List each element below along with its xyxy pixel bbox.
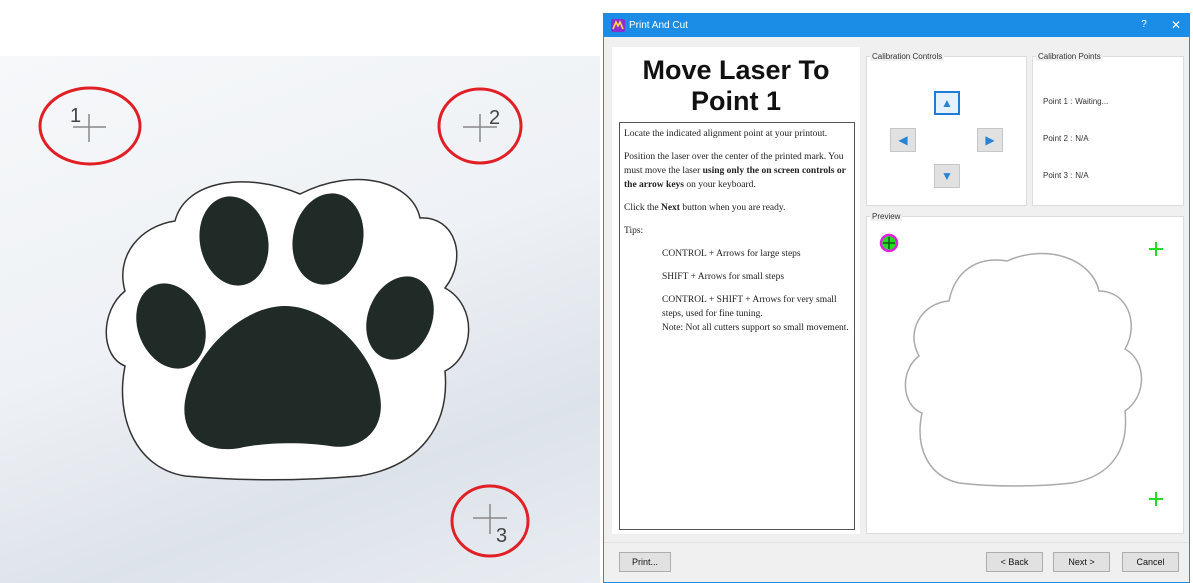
cancel-button[interactable]: Cancel (1122, 552, 1179, 572)
marker-3: 3 (450, 484, 530, 558)
instruction-position: Position the laser over the center of th… (624, 150, 850, 192)
point-3-status: N/A (1075, 171, 1089, 180)
point-1-label: Point 1 : (1043, 97, 1073, 106)
preview-point-1-marker (879, 233, 899, 253)
heading-line-2: Point 1 (690, 86, 781, 116)
instruction-next-emphasis: Next (660, 203, 680, 213)
move-up-button[interactable]: ▲ (934, 91, 960, 115)
instructions-text: Locate the indicated alignment point at … (619, 122, 855, 530)
button-bar-divider (604, 542, 1189, 543)
calibration-controls-legend: Calibration Controls (870, 52, 945, 61)
tip-shift: SHIFT + Arrows for small steps (662, 272, 785, 282)
arrow-down-icon: ▼ (941, 169, 953, 183)
point-3-row: Point 3 : N/A (1043, 171, 1089, 180)
tip-note: Note: Not all cutters support so small m… (662, 323, 849, 333)
move-right-button[interactable]: ▶ (977, 128, 1003, 152)
window-title: Print And Cut (629, 20, 688, 31)
tip-control: CONTROL + Arrows for large steps (662, 249, 801, 259)
arrow-up-icon: ▲ (941, 96, 953, 110)
point-3-label: Point 3 : (1043, 171, 1073, 180)
printout-drawing: 1 2 3 (38, 86, 530, 558)
marker-3-number: 3 (496, 525, 507, 547)
marker-2-number: 2 (489, 107, 500, 129)
marker-1: 1 (38, 86, 142, 166)
point-2-status: N/A (1075, 134, 1089, 143)
arrow-right-icon: ▶ (985, 133, 995, 147)
instruction-position-end: on your keyboard. (683, 180, 756, 190)
preview-point-2-marker (1149, 242, 1163, 256)
help-button[interactable]: ? (1135, 17, 1153, 33)
preview-group: Preview (866, 212, 1184, 534)
preview-canvas (879, 233, 1163, 506)
point-1-status: Waiting... (1075, 97, 1109, 106)
arrow-left-icon: ◀ (898, 133, 908, 147)
preview-legend: Preview (870, 212, 903, 221)
move-down-button[interactable]: ▼ (934, 164, 960, 188)
marker-1-number: 1 (70, 105, 81, 127)
app-icon (611, 19, 625, 32)
heading-line-1: Move Laser To (642, 55, 830, 85)
instruction-next-end: button when you are ready. (679, 203, 786, 213)
move-left-button[interactable]: ◀ (890, 128, 916, 152)
next-button[interactable]: Next > (1053, 552, 1110, 572)
instructions-panel: Move Laser To Point 1 Locate the indicat… (612, 47, 860, 534)
tip-control-shift: CONTROL + SHIFT + Arrows for very small … (662, 295, 837, 319)
preview-point-3-marker (1149, 492, 1163, 506)
print-button[interactable]: Print... (619, 552, 671, 572)
instruction-next: Click the Next button when you are ready… (624, 201, 850, 215)
instruction-locate: Locate the indicated alignment point at … (624, 129, 828, 139)
printout-photo: 1 2 3 (0, 56, 600, 583)
point-1-row: Point 1 : Waiting... (1043, 97, 1108, 106)
marker-2: 2 (437, 87, 523, 165)
calibration-points-legend: Calibration Points (1036, 52, 1103, 61)
tips-label: Tips: (624, 226, 644, 236)
print-and-cut-dialog: Print And Cut ? ✕ Move Laser To Point 1 … (603, 13, 1190, 583)
close-button[interactable]: ✕ (1167, 17, 1185, 33)
title-bar: Print And Cut ? ✕ (604, 14, 1189, 37)
instructions-heading: Move Laser To Point 1 (612, 55, 860, 117)
calibration-controls-group: Calibration Controls ▲ ◀ ▶ ▼ (866, 52, 1027, 206)
calibration-points-group: Calibration Points Point 1 : Waiting... … (1032, 52, 1184, 206)
back-button[interactable]: < Back (986, 552, 1043, 572)
point-2-row: Point 2 : N/A (1043, 134, 1089, 143)
point-2-label: Point 2 : (1043, 134, 1073, 143)
preview-paw-outline (904, 252, 1143, 487)
instruction-next-text: Click the (624, 203, 661, 213)
